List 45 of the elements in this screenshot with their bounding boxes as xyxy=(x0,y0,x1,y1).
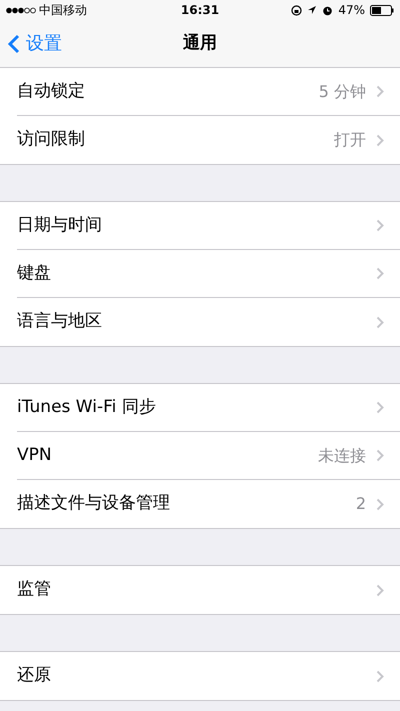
chevron-icon xyxy=(376,267,384,280)
row-label: 还原 xyxy=(17,664,52,688)
row-label: 语言与地区 xyxy=(17,310,103,334)
alarm-clock-icon xyxy=(322,4,334,16)
row-value: 打开 xyxy=(334,129,366,151)
row-label: 描述文件与设备管理 xyxy=(17,492,171,516)
settings-row[interactable]: 自动锁定 5 分钟 xyxy=(0,68,400,116)
back-chevron-icon xyxy=(8,34,20,54)
row-label: 访问限制 xyxy=(17,128,86,152)
row-label: VPN xyxy=(17,444,53,467)
settings-row[interactable]: VPN 未连接 xyxy=(0,432,400,480)
row-label: 监管 xyxy=(17,578,52,602)
location-arrow-icon xyxy=(307,5,318,15)
rotation-lock-icon xyxy=(291,4,302,16)
chevron-icon xyxy=(376,584,384,596)
battery-icon xyxy=(370,4,394,16)
row-value: 2 xyxy=(356,493,366,515)
settings-row[interactable]: 语言与地区 xyxy=(0,298,400,346)
chevron-icon xyxy=(376,498,384,510)
row-value: 未连接 xyxy=(318,444,366,466)
row-label: 日期与时间 xyxy=(17,214,103,237)
battery-percent: 47% xyxy=(338,2,366,19)
chevron-icon xyxy=(376,316,384,328)
back-button[interactable]: 设置 xyxy=(8,30,62,57)
status-time: 16:31 xyxy=(180,2,220,19)
row-label: 键盘 xyxy=(17,262,52,285)
page-title: 通用 xyxy=(183,32,217,55)
signal-icon xyxy=(6,6,36,14)
settings-row[interactable]: 键盘 xyxy=(0,250,400,298)
chevron-icon xyxy=(376,670,384,682)
carrier-name: 中国移动 xyxy=(39,2,87,19)
chevron-icon xyxy=(376,401,384,414)
settings-row[interactable]: 日期与时间 xyxy=(0,202,400,250)
chevron-icon xyxy=(376,449,384,462)
settings-row[interactable]: 还原 xyxy=(0,652,400,700)
chevron-icon xyxy=(376,85,384,98)
row-value: 5 分钟 xyxy=(318,80,366,102)
row-label: iTunes Wi-Fi 同步 xyxy=(17,396,157,419)
row-label: 自动锁定 xyxy=(17,80,86,103)
settings-row[interactable]: 监管 xyxy=(0,566,400,614)
chevron-icon xyxy=(376,219,384,232)
settings-row[interactable]: iTunes Wi-Fi 同步 xyxy=(0,384,400,432)
settings-row[interactable]: 访问限制 打开 xyxy=(0,116,400,164)
settings-row[interactable]: 描述文件与设备管理 2 xyxy=(0,480,400,528)
chevron-icon xyxy=(376,134,384,146)
